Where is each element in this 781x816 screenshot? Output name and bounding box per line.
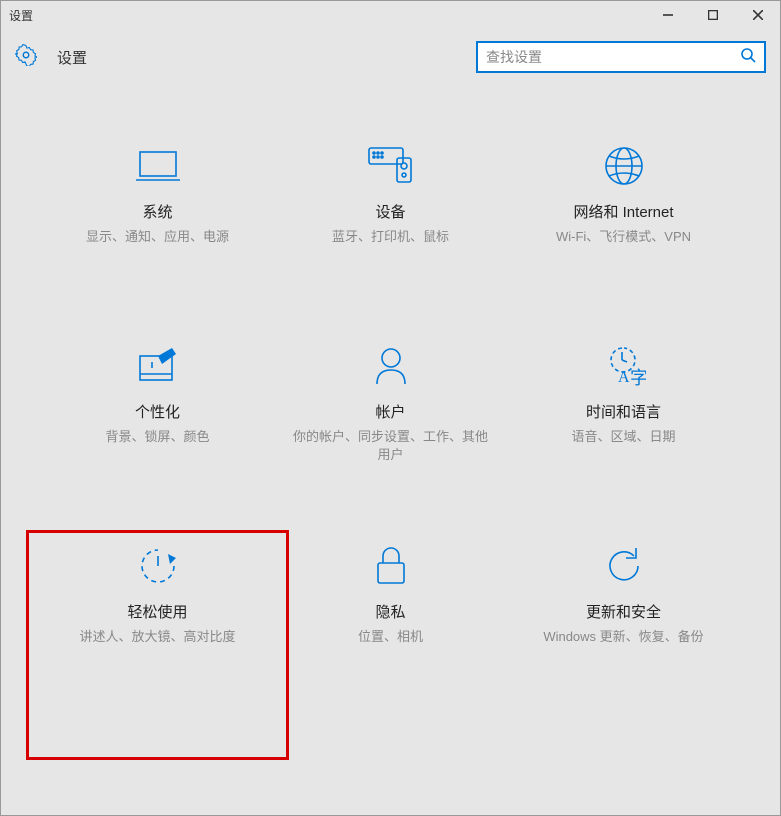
- minimize-button[interactable]: [645, 1, 690, 29]
- svg-text:字: 字: [630, 368, 646, 386]
- tile-subtitle: Windows 更新、恢复、备份: [543, 628, 703, 646]
- tile-subtitle: 显示、通知、应用、电源: [86, 228, 229, 246]
- tile-title: 网络和 Internet: [573, 201, 673, 222]
- titlebar: 设置: [1, 1, 780, 29]
- tile-system[interactable]: 系统 显示、通知、应用、电源: [41, 145, 274, 345]
- minimize-icon: [663, 10, 673, 20]
- tile-title: 系统: [142, 201, 172, 222]
- search-box[interactable]: [476, 41, 766, 73]
- tile-subtitle: 语音、区域、日期: [571, 428, 675, 446]
- accounts-icon: [373, 345, 409, 387]
- tile-network[interactable]: 网络和 Internet Wi-Fi、飞行模式、VPN: [507, 145, 740, 345]
- page-title: 设置: [57, 47, 87, 68]
- display-icon: [136, 145, 180, 187]
- tile-title: 设备: [375, 201, 405, 222]
- tile-update-security[interactable]: 更新和安全 Windows 更新、恢复、备份: [507, 545, 740, 745]
- tile-accounts[interactable]: 帐户 你的帐户、同步设置、工作、其他用户: [274, 345, 507, 545]
- maximize-icon: [708, 10, 718, 20]
- settings-grid: 系统 显示、通知、应用、电源 设备 蓝牙、打印机、鼠标 网络和 Internet…: [1, 85, 780, 765]
- update-icon: [604, 545, 644, 587]
- tile-title: 时间和语言: [586, 401, 661, 422]
- svg-text:A: A: [618, 369, 630, 386]
- close-button[interactable]: [735, 1, 780, 29]
- header: 设置: [1, 29, 780, 85]
- window-controls: [645, 1, 780, 29]
- tile-subtitle: Wi-Fi、飞行模式、VPN: [556, 228, 691, 246]
- lock-icon: [375, 545, 407, 587]
- tile-subtitle: 位置、相机: [358, 628, 423, 646]
- tile-time-language[interactable]: A字 时间和语言 语音、区域、日期: [507, 345, 740, 545]
- tile-title: 个性化: [135, 401, 180, 422]
- tile-title: 更新和安全: [586, 601, 661, 622]
- search-icon: [740, 47, 756, 68]
- tile-personalization[interactable]: 个性化 背景、锁屏、颜色: [41, 345, 274, 545]
- tile-subtitle: 背景、锁屏、颜色: [105, 428, 209, 446]
- search-input[interactable]: [486, 49, 740, 65]
- gear-icon: [15, 44, 37, 71]
- tile-ease-of-access[interactable]: 轻松使用 讲述人、放大镜、高对比度: [23, 527, 292, 763]
- close-icon: [753, 10, 763, 20]
- personalization-icon: [138, 345, 178, 387]
- maximize-button[interactable]: [690, 1, 735, 29]
- globe-icon: [604, 145, 644, 187]
- tile-subtitle: 讲述人、放大镜、高对比度: [79, 628, 235, 646]
- tile-devices[interactable]: 设备 蓝牙、打印机、鼠标: [274, 145, 507, 345]
- tile-subtitle: 蓝牙、打印机、鼠标: [332, 228, 449, 246]
- tile-privacy[interactable]: 隐私 位置、相机: [274, 545, 507, 745]
- tile-title: 帐户: [375, 401, 405, 422]
- ease-of-access-icon: [138, 545, 178, 587]
- time-language-icon: A字: [602, 345, 646, 387]
- tile-title: 隐私: [375, 601, 405, 622]
- tile-subtitle: 你的帐户、同步设置、工作、其他用户: [292, 428, 489, 464]
- devices-icon: [367, 145, 415, 187]
- tile-title: 轻松使用: [127, 601, 187, 622]
- window-title: 设置: [9, 7, 33, 24]
